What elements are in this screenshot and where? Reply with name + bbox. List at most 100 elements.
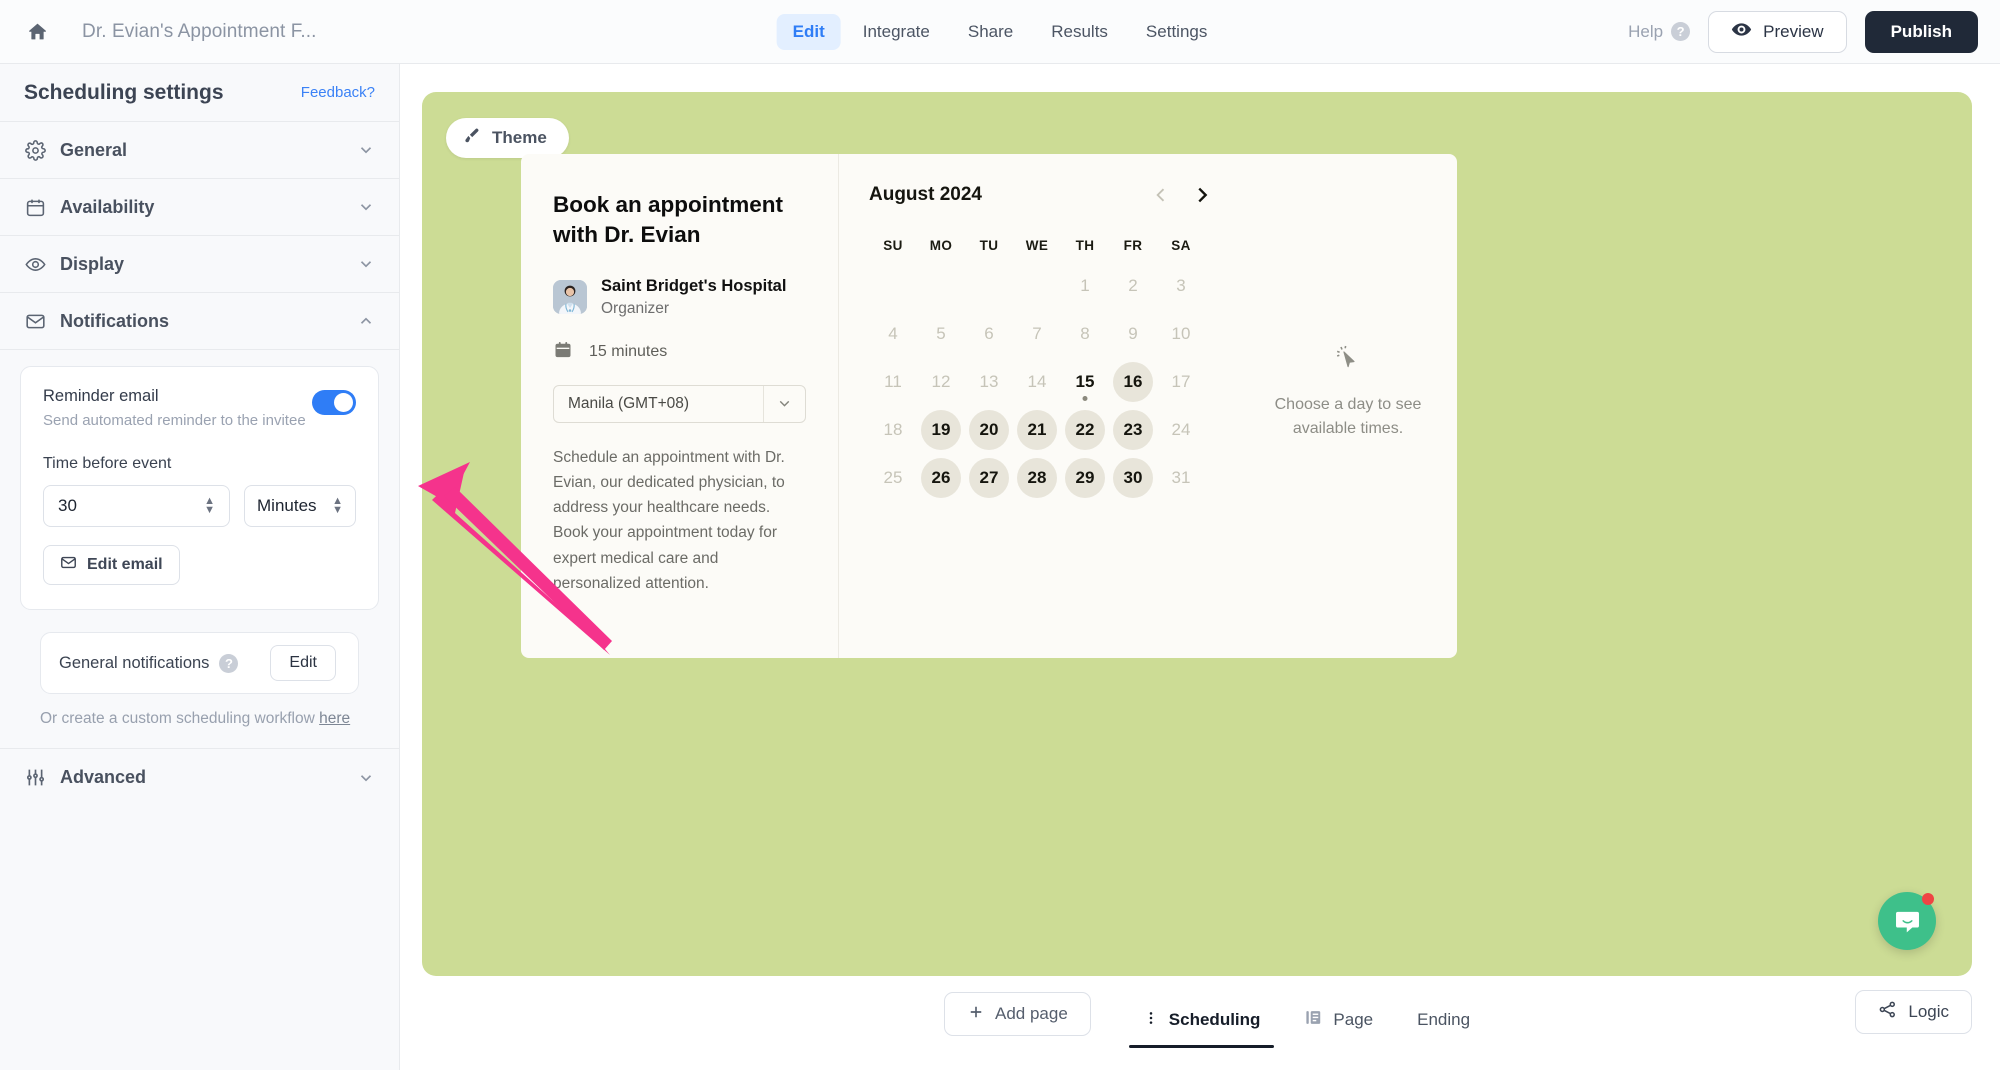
sidebar-title: Scheduling settings xyxy=(24,80,224,104)
page-icon xyxy=(1304,1008,1323,1032)
page-tab-scheduling[interactable]: Scheduling xyxy=(1121,992,1283,1048)
calendar-blank-cell xyxy=(965,262,1013,310)
sidebar-item-general[interactable]: General xyxy=(0,122,399,179)
tab-edit[interactable]: Edit xyxy=(776,13,841,50)
calendar-day-number: 3 xyxy=(1176,276,1186,295)
chevron-down-icon xyxy=(357,198,375,216)
today-dot xyxy=(1082,396,1088,401)
calendar-prev-month-button[interactable] xyxy=(1151,185,1171,205)
calendar-day-disabled: 11 xyxy=(869,358,917,406)
calendar-next-month-button[interactable] xyxy=(1191,184,1213,206)
sidebar-item-advanced[interactable]: Advanced xyxy=(0,749,399,806)
calendar-blank-cell xyxy=(917,262,965,310)
tab-results[interactable]: Results xyxy=(1035,14,1124,50)
main-tabs: Edit Integrate Share Results Settings xyxy=(776,13,1224,50)
main-body: Scheduling settings Feedback? General Av… xyxy=(0,64,2000,1070)
time-value-text: 30 xyxy=(58,496,77,515)
page-tab-ending[interactable]: Ending xyxy=(1395,992,1492,1048)
calendar-day-number: 17 xyxy=(1171,372,1191,391)
calendar-day-available[interactable]: 19 xyxy=(917,406,965,454)
tab-integrate[interactable]: Integrate xyxy=(847,14,946,50)
reminder-email-subtitle: Send automated reminder to the invitee xyxy=(43,412,306,429)
calendar-day-available[interactable]: 22 xyxy=(1061,406,1109,454)
calendar-day-available[interactable]: 23 xyxy=(1109,406,1157,454)
organizer-row: Saint Bridget's Hospital Organizer xyxy=(553,275,806,317)
preview-label: Preview xyxy=(1763,21,1824,41)
sidebar-item-notifications[interactable]: Notifications xyxy=(0,293,399,350)
time-unit-select[interactable]: Minutes ▲ ▼ xyxy=(244,485,356,527)
calendar-day-disabled: 17 xyxy=(1157,358,1205,406)
preview-button[interactable]: Preview xyxy=(1708,10,1847,53)
tab-settings[interactable]: Settings xyxy=(1130,14,1223,50)
publish-button[interactable]: Publish xyxy=(1864,10,1978,53)
toggle-knob xyxy=(334,393,353,412)
calendar-day-disabled: 7 xyxy=(1013,310,1061,358)
stepper-icon[interactable]: ▲ ▼ xyxy=(204,496,215,516)
reminder-email-title: Reminder email xyxy=(43,387,159,405)
intercom-chat-button[interactable] xyxy=(1878,892,1936,950)
calendar-day-disabled: 18 xyxy=(869,406,917,454)
sliders-icon xyxy=(24,767,46,789)
chevron-down-icon xyxy=(357,255,375,273)
gear-icon xyxy=(24,139,46,161)
booking-description: Schedule an appointment with Dr. Evian, … xyxy=(553,448,785,592)
theme-button[interactable]: Theme xyxy=(446,118,569,158)
sidebar-item-display[interactable]: Display xyxy=(0,236,399,293)
scheduling-settings-sidebar: Scheduling settings Feedback? General Av… xyxy=(0,64,400,1070)
calendar-day-available[interactable]: 16 xyxy=(1109,358,1157,406)
sidebar-item-availability[interactable]: Availability xyxy=(0,179,399,236)
calendar-day-header: WE xyxy=(1025,237,1049,253)
calendar-day-disabled: 5 xyxy=(917,310,965,358)
feedback-link[interactable]: Feedback? xyxy=(301,84,375,101)
help-icon[interactable]: ? xyxy=(219,653,239,673)
tab-share[interactable]: Share xyxy=(952,14,1029,50)
time-value-input[interactable]: 30 ▲ ▼ xyxy=(43,485,230,527)
calendar: August 2024 SU MO TU WE TH FR SA 1 2 3 4… xyxy=(839,154,1239,658)
general-notifications-edit-button[interactable]: Edit xyxy=(270,645,336,681)
form-title: Dr. Evian's Appointment F... xyxy=(82,20,317,42)
calendar-day-available[interactable]: 26 xyxy=(917,454,965,502)
organizer-role: Organizer xyxy=(601,299,670,317)
calendar-day-available[interactable]: 21 xyxy=(1013,406,1061,454)
calendar-day-number: 21 xyxy=(1017,410,1057,450)
calendar-day-header: SA xyxy=(1171,237,1191,253)
calendar-day-header: TU xyxy=(979,237,999,253)
calendar-day-available[interactable]: 27 xyxy=(965,454,1013,502)
home-icon[interactable] xyxy=(22,17,52,47)
sidebar-item-label: Availability xyxy=(60,196,155,217)
calendar-day-today: 15 xyxy=(1061,358,1109,406)
calendar-day-number: 10 xyxy=(1171,324,1191,343)
page-tab-page[interactable]: Page xyxy=(1282,992,1395,1048)
calendar-header: August 2024 xyxy=(869,184,1239,206)
calendar-day-number: 5 xyxy=(936,324,946,343)
edit-email-button[interactable]: Edit email xyxy=(43,545,180,585)
calendar-day-number: 11 xyxy=(884,372,902,391)
sidebar-item-label: Display xyxy=(60,253,125,274)
timezone-select[interactable]: Manila (GMT+08) xyxy=(553,384,806,423)
reminder-email-toggle[interactable] xyxy=(312,390,356,415)
calendar-day-number: 4 xyxy=(888,324,898,343)
calendar-day-available[interactable]: 28 xyxy=(1013,454,1061,502)
top-bar-actions: Help ? Preview Publish xyxy=(1628,10,2000,53)
calendar-day-available[interactable]: 20 xyxy=(965,406,1013,454)
calendar-day-disabled: 1 xyxy=(1061,262,1109,310)
stepper-icon[interactable]: ▲ ▼ xyxy=(332,496,343,516)
calendar-day-available[interactable]: 30 xyxy=(1109,454,1157,502)
top-bar: Dr. Evian's Appointment F... Edit Integr… xyxy=(0,0,2000,64)
help-label: Help xyxy=(1628,21,1664,41)
calendar-day-disabled: 24 xyxy=(1157,406,1205,454)
share-nodes-icon xyxy=(1878,1000,1897,1024)
calendar-day-disabled: 8 xyxy=(1061,310,1109,358)
custom-workflow-link[interactable]: here xyxy=(319,710,350,727)
add-page-button[interactable]: Add page xyxy=(944,992,1091,1036)
calendar-day-number: 30 xyxy=(1113,458,1153,498)
calendar-day-disabled: 3 xyxy=(1157,262,1205,310)
eye-icon xyxy=(1731,19,1752,45)
calendar-day-disabled: 14 xyxy=(1013,358,1061,406)
logic-button[interactable]: Logic xyxy=(1855,990,1972,1034)
calendar-day-available[interactable]: 29 xyxy=(1061,454,1109,502)
calendar-day-header: MO xyxy=(929,237,953,253)
calendar-day-disabled: 31 xyxy=(1157,454,1205,502)
help-button[interactable]: Help ? xyxy=(1628,21,1691,42)
calendar-empty-state: Choose a day to see available times. xyxy=(1239,154,1457,658)
